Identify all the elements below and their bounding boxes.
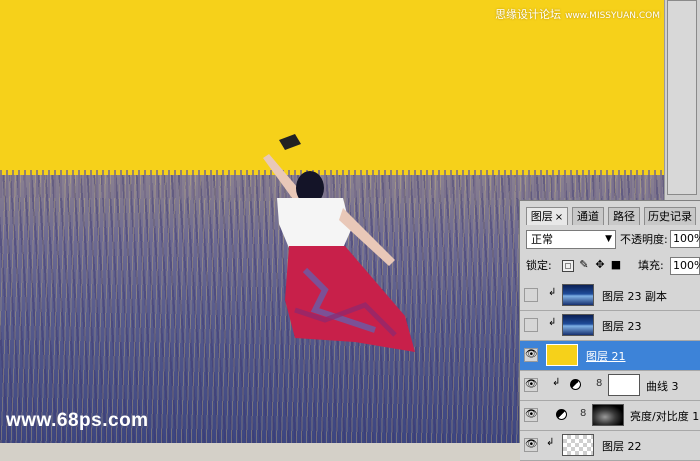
tab-history[interactable]: 历史记录	[644, 207, 696, 225]
woman-figure	[263, 134, 415, 352]
visibility-toggle-off[interactable]	[524, 318, 538, 332]
eye-icon[interactable]: 👁	[524, 348, 538, 362]
layer-list: ↲ 图层 23 副本 ↲ 图层 23 👁 图层 21 👁 ↲ 8 曲线 3 👁 …	[520, 281, 700, 461]
layer-name: 图层 23 副本	[602, 290, 667, 303]
panel-tabs: 图层 × 通道 路径 历史记录	[520, 205, 700, 225]
clipping-arrow-icon: ↲	[548, 287, 557, 298]
layers-panel: 图层× 通道 路径 历史记录 正常 ▼ 不透明度: 100% 锁定: ✎ ✥ ■…	[519, 200, 700, 461]
lock-image-pixels-brush-icon[interactable]: ✎	[578, 259, 590, 271]
layer-name: 曲线 3	[646, 380, 679, 393]
layer-thumbnail	[562, 284, 594, 306]
blend-opacity-row: 正常 ▼ 不透明度: 100%	[524, 230, 700, 250]
link-chain-icon: 8	[580, 408, 587, 419]
close-icon[interactable]: ×	[555, 212, 563, 223]
layer-name: 图层 23	[602, 320, 642, 333]
vertical-scrollbar-thumb[interactable]	[667, 0, 697, 195]
lock-transparent-pixels-icon[interactable]	[562, 260, 574, 272]
layer-row[interactable]: 👁 8 亮度/对比度 1	[520, 401, 700, 431]
layer-mask-thumbnail	[592, 404, 624, 426]
tab-channels[interactable]: 通道	[572, 207, 604, 225]
eye-icon[interactable]: 👁	[524, 378, 538, 392]
layer-thumbnail	[546, 344, 578, 366]
layer-mask-thumbnail	[608, 374, 640, 396]
watermark-top: 思缘设计论坛 www.MISSYUAN.COM	[495, 6, 660, 22]
layer-name: 图层 22	[602, 440, 642, 453]
lock-fill-row: 锁定: ✎ ✥ ■ 填充: 100%	[524, 256, 700, 276]
watermark-bottom: www.68ps.com	[6, 410, 149, 431]
layer-name: 图层 21	[586, 350, 626, 363]
opacity-label: 不透明度:	[620, 233, 668, 246]
layer-row[interactable]: 👁 ↲ 8 曲线 3	[520, 371, 700, 401]
lock-all-padlock-icon[interactable]: ■	[610, 259, 622, 271]
link-chain-icon: 8	[596, 378, 603, 389]
layer-thumbnail	[562, 434, 594, 456]
layer-row[interactable]: ↲ 图层 23	[520, 311, 700, 341]
eye-icon[interactable]: 👁	[524, 438, 538, 452]
tab-layers-label: 图层	[530, 210, 553, 223]
fill-label: 填充:	[638, 259, 664, 272]
blend-mode-value: 正常	[531, 233, 553, 246]
clipping-arrow-icon: ↲	[548, 317, 557, 328]
layer-name: 亮度/对比度 1	[630, 410, 700, 423]
clipping-arrow-icon: ↲	[552, 377, 561, 388]
watermark-top-text: 思缘设计论坛	[495, 8, 562, 21]
fill-input[interactable]: 100%	[670, 257, 700, 275]
watermark-top-site: www.MISSYUAN.COM	[565, 11, 660, 21]
adjustment-layer-icon	[570, 379, 581, 390]
tab-layers[interactable]: 图层 ×	[526, 207, 568, 225]
adjustment-layer-icon	[556, 409, 567, 420]
blend-mode-select[interactable]: 正常 ▼	[526, 230, 616, 249]
lock-position-move-icon[interactable]: ✥	[594, 259, 606, 271]
layer-row[interactable]: 👁 ↲ 图层 22	[520, 431, 700, 461]
chevron-down-icon: ▼	[605, 234, 612, 244]
opacity-input[interactable]: 100%	[670, 230, 700, 248]
visibility-toggle-off[interactable]	[524, 288, 538, 302]
layer-thumbnail	[562, 314, 594, 336]
eye-icon[interactable]: 👁	[524, 408, 538, 422]
tab-paths[interactable]: 路径	[608, 207, 640, 225]
layer-row[interactable]: ↲ 图层 23 副本	[520, 281, 700, 311]
lock-label: 锁定:	[526, 259, 552, 272]
layer-row-selected[interactable]: 👁 图层 21	[520, 341, 700, 371]
